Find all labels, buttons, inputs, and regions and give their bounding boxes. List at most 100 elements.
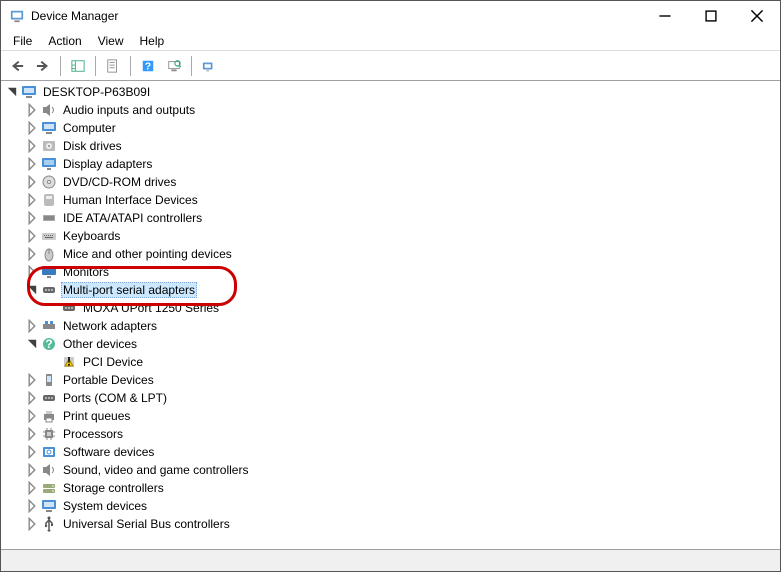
category-node[interactable]: Mice and other pointing devices (25, 245, 780, 263)
category-label[interactable]: IDE ATA/ATAPI controllers (61, 211, 204, 225)
category-node[interactable]: Processors (25, 425, 780, 443)
expand-icon[interactable] (25, 121, 39, 135)
category-node[interactable]: Monitors (25, 263, 780, 281)
category-node[interactable]: Human Interface Devices (25, 191, 780, 209)
category-label[interactable]: Processors (61, 427, 125, 441)
speaker-icon (41, 102, 57, 118)
expand-icon[interactable] (25, 427, 39, 441)
system-icon (41, 498, 57, 514)
category-label[interactable]: DVD/CD-ROM drives (61, 175, 178, 189)
category-label[interactable]: Print queues (61, 409, 132, 423)
category-node[interactable]: ? Other devices (25, 335, 780, 353)
expand-icon[interactable] (25, 391, 39, 405)
category-node[interactable]: System devices (25, 497, 780, 515)
storage-icon (41, 480, 57, 496)
expand-icon[interactable] (25, 373, 39, 387)
root-label[interactable]: DESKTOP-P63B09I (41, 85, 152, 99)
expand-icon[interactable] (25, 193, 39, 207)
device-node[interactable]: MOXA UPort 1250 Series (45, 299, 780, 317)
category-label[interactable]: Storage controllers (61, 481, 166, 495)
expand-icon[interactable] (25, 409, 39, 423)
category-label[interactable]: Ports (COM & LPT) (61, 391, 169, 405)
properties-button[interactable] (101, 54, 125, 78)
collapse-icon[interactable] (5, 85, 19, 99)
category-node[interactable]: Ports (COM & LPT) (25, 389, 780, 407)
expand-icon[interactable] (25, 211, 39, 225)
category-label[interactable]: Human Interface Devices (61, 193, 200, 207)
expand-icon[interactable] (25, 499, 39, 513)
other-icon: ? (41, 336, 57, 352)
category-label[interactable]: Multi-port serial adapters (61, 282, 197, 298)
show-hide-console-button[interactable] (66, 54, 90, 78)
maximize-button[interactable] (688, 1, 734, 31)
category-label[interactable]: Universal Serial Bus controllers (61, 517, 232, 531)
expand-icon[interactable] (25, 517, 39, 531)
category-node[interactable]: Storage controllers (25, 479, 780, 497)
devices-and-printers-button[interactable] (197, 54, 221, 78)
scan-hardware-button[interactable] (162, 54, 186, 78)
category-label[interactable]: Other devices (61, 337, 139, 351)
category-node[interactable]: Disk drives (25, 137, 780, 155)
expand-icon[interactable] (25, 319, 39, 333)
category-node[interactable]: DVD/CD-ROM drives (25, 173, 780, 191)
category-node[interactable]: Universal Serial Bus controllers (25, 515, 780, 533)
back-button[interactable] (5, 54, 29, 78)
menu-view[interactable]: View (90, 32, 132, 50)
category-node[interactable]: Display adapters (25, 155, 780, 173)
category-label[interactable]: Computer (61, 121, 118, 135)
category-node[interactable]: Portable Devices (25, 371, 780, 389)
close-button[interactable] (734, 1, 780, 31)
category-label[interactable]: Monitors (61, 265, 111, 279)
category-label[interactable]: Mice and other pointing devices (61, 247, 234, 261)
category-node[interactable]: Keyboards (25, 227, 780, 245)
menu-file[interactable]: File (5, 32, 40, 50)
collapse-icon[interactable] (25, 337, 39, 351)
help-button[interactable]: ? (136, 54, 160, 78)
category-label[interactable]: Keyboards (61, 229, 122, 243)
tree-root-node[interactable]: DESKTOP-P63B09I (5, 83, 780, 101)
category-label[interactable]: Sound, video and game controllers (61, 463, 250, 477)
category-label[interactable]: Portable Devices (61, 373, 156, 387)
category-label[interactable]: System devices (61, 499, 149, 513)
statusbar (1, 549, 780, 571)
expand-icon[interactable] (25, 265, 39, 279)
category-label[interactable]: Network adapters (61, 319, 159, 333)
expand-icon[interactable] (25, 445, 39, 459)
sound-icon (41, 462, 57, 478)
category-label[interactable]: Audio inputs and outputs (61, 103, 197, 117)
category-label[interactable]: Software devices (61, 445, 156, 459)
device-tree[interactable]: DESKTOP-P63B09I Audio inputs and outputs C… (1, 81, 780, 549)
svg-text:?: ? (45, 337, 52, 351)
device-label[interactable]: PCI Device (81, 355, 145, 369)
category-node[interactable]: Multi-port serial adapters (25, 281, 780, 299)
expand-icon[interactable] (25, 481, 39, 495)
expand-icon[interactable] (25, 247, 39, 261)
expand-icon[interactable] (25, 139, 39, 153)
category-label[interactable]: Display adapters (61, 157, 154, 171)
menu-help[interactable]: Help (132, 32, 173, 50)
expand-icon[interactable] (25, 103, 39, 117)
expand-icon[interactable] (25, 463, 39, 477)
category-node[interactable]: Network adapters (25, 317, 780, 335)
warning-icon: ! (61, 354, 77, 370)
collapse-icon[interactable] (25, 283, 39, 297)
expand-icon[interactable] (25, 229, 39, 243)
category-label[interactable]: Disk drives (61, 139, 124, 153)
category-node[interactable]: Audio inputs and outputs (25, 101, 780, 119)
menu-action[interactable]: Action (40, 32, 89, 50)
minimize-button[interactable] (642, 1, 688, 31)
category-node[interactable]: Sound, video and game controllers (25, 461, 780, 479)
titlebar: Device Manager (1, 1, 780, 31)
category-node[interactable]: IDE ATA/ATAPI controllers (25, 209, 780, 227)
portable-icon (41, 372, 57, 388)
device-node[interactable]: ! PCI Device (45, 353, 780, 371)
forward-button[interactable] (31, 54, 55, 78)
expand-icon[interactable] (25, 157, 39, 171)
category-node[interactable]: Computer (25, 119, 780, 137)
keyboard-icon (41, 228, 57, 244)
toolbar-divider (130, 56, 131, 76)
device-label[interactable]: MOXA UPort 1250 Series (81, 301, 221, 315)
category-node[interactable]: Software devices (25, 443, 780, 461)
category-node[interactable]: Print queues (25, 407, 780, 425)
expand-icon[interactable] (25, 175, 39, 189)
